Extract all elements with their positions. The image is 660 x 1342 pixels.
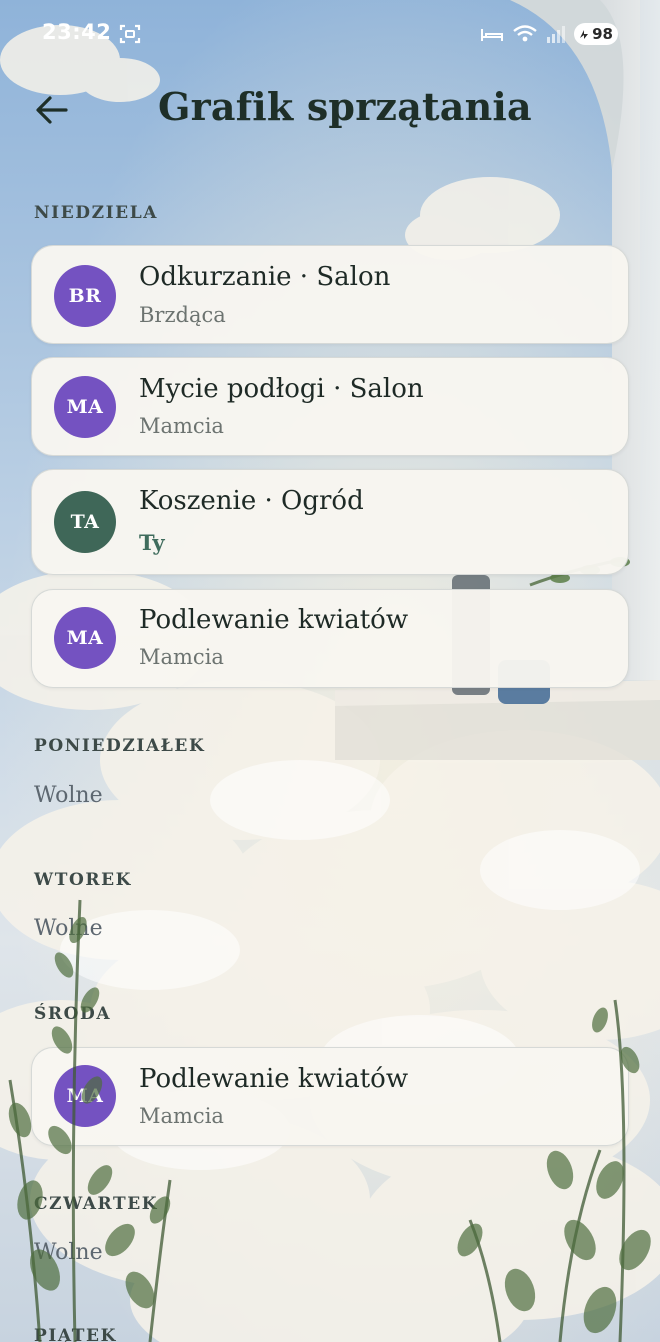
task-title: Podlewanie kwiatów	[139, 1064, 409, 1094]
day-label-czwartek: CZWARTEK	[34, 1194, 159, 1214]
avatar: MA	[54, 1065, 116, 1127]
wifi-icon	[513, 25, 537, 42]
battery-level: 98	[592, 25, 613, 43]
day-label-poniedzialek: PONIEDZIAŁEK	[34, 736, 206, 756]
day-free-text: Wolne	[34, 916, 103, 941]
day-label-wtorek: WTOREK	[34, 870, 133, 890]
day-free-text: Wolne	[34, 1240, 103, 1265]
arrow-left-icon	[36, 96, 68, 124]
avatar: MA	[54, 607, 116, 669]
task-assignee: Mamcia	[139, 1104, 224, 1128]
screenshot-icon	[119, 24, 141, 44]
task-assignee: Ty	[139, 530, 165, 555]
task-card[interactable]: MA Podlewanie kwiatów Mamcia	[31, 1047, 629, 1146]
day-label-piatek: PIĄTEK	[34, 1326, 117, 1342]
back-button[interactable]	[28, 86, 76, 134]
task-card[interactable]: MA Mycie podłogi · Salon Mamcia	[31, 357, 629, 456]
avatar: BR	[54, 265, 116, 327]
task-card[interactable]: MA Podlewanie kwiatów Mamcia	[31, 589, 629, 688]
task-title: Odkurzanie · Salon	[139, 262, 391, 292]
task-assignee: Brzdąca	[139, 303, 226, 327]
task-card[interactable]: BR Odkurzanie · Salon Brzdąca	[31, 245, 629, 344]
status-time: 23:42	[42, 20, 112, 44]
battery-icon	[580, 30, 589, 39]
avatar: TA	[54, 491, 116, 553]
task-title: Podlewanie kwiatów	[139, 605, 409, 635]
day-free-text: Wolne	[34, 783, 103, 808]
day-label-sroda: ŚRODA	[34, 1004, 112, 1024]
status-bar: 23:42 98	[0, 0, 660, 70]
task-assignee: Mamcia	[139, 645, 224, 669]
page-title: Grafik sprzątania	[158, 84, 532, 129]
bed-icon	[481, 29, 504, 41]
day-label-niedziela: NIEDZIELA	[34, 203, 159, 223]
task-title: Koszenie · Ogród	[139, 486, 364, 516]
task-card[interactable]: TA Koszenie · Ogród Ty	[31, 469, 629, 575]
task-assignee: Mamcia	[139, 414, 224, 438]
task-title: Mycie podłogi · Salon	[139, 374, 424, 404]
avatar: MA	[54, 376, 116, 438]
battery-indicator: 98	[574, 23, 618, 45]
signal-icon	[547, 26, 566, 43]
